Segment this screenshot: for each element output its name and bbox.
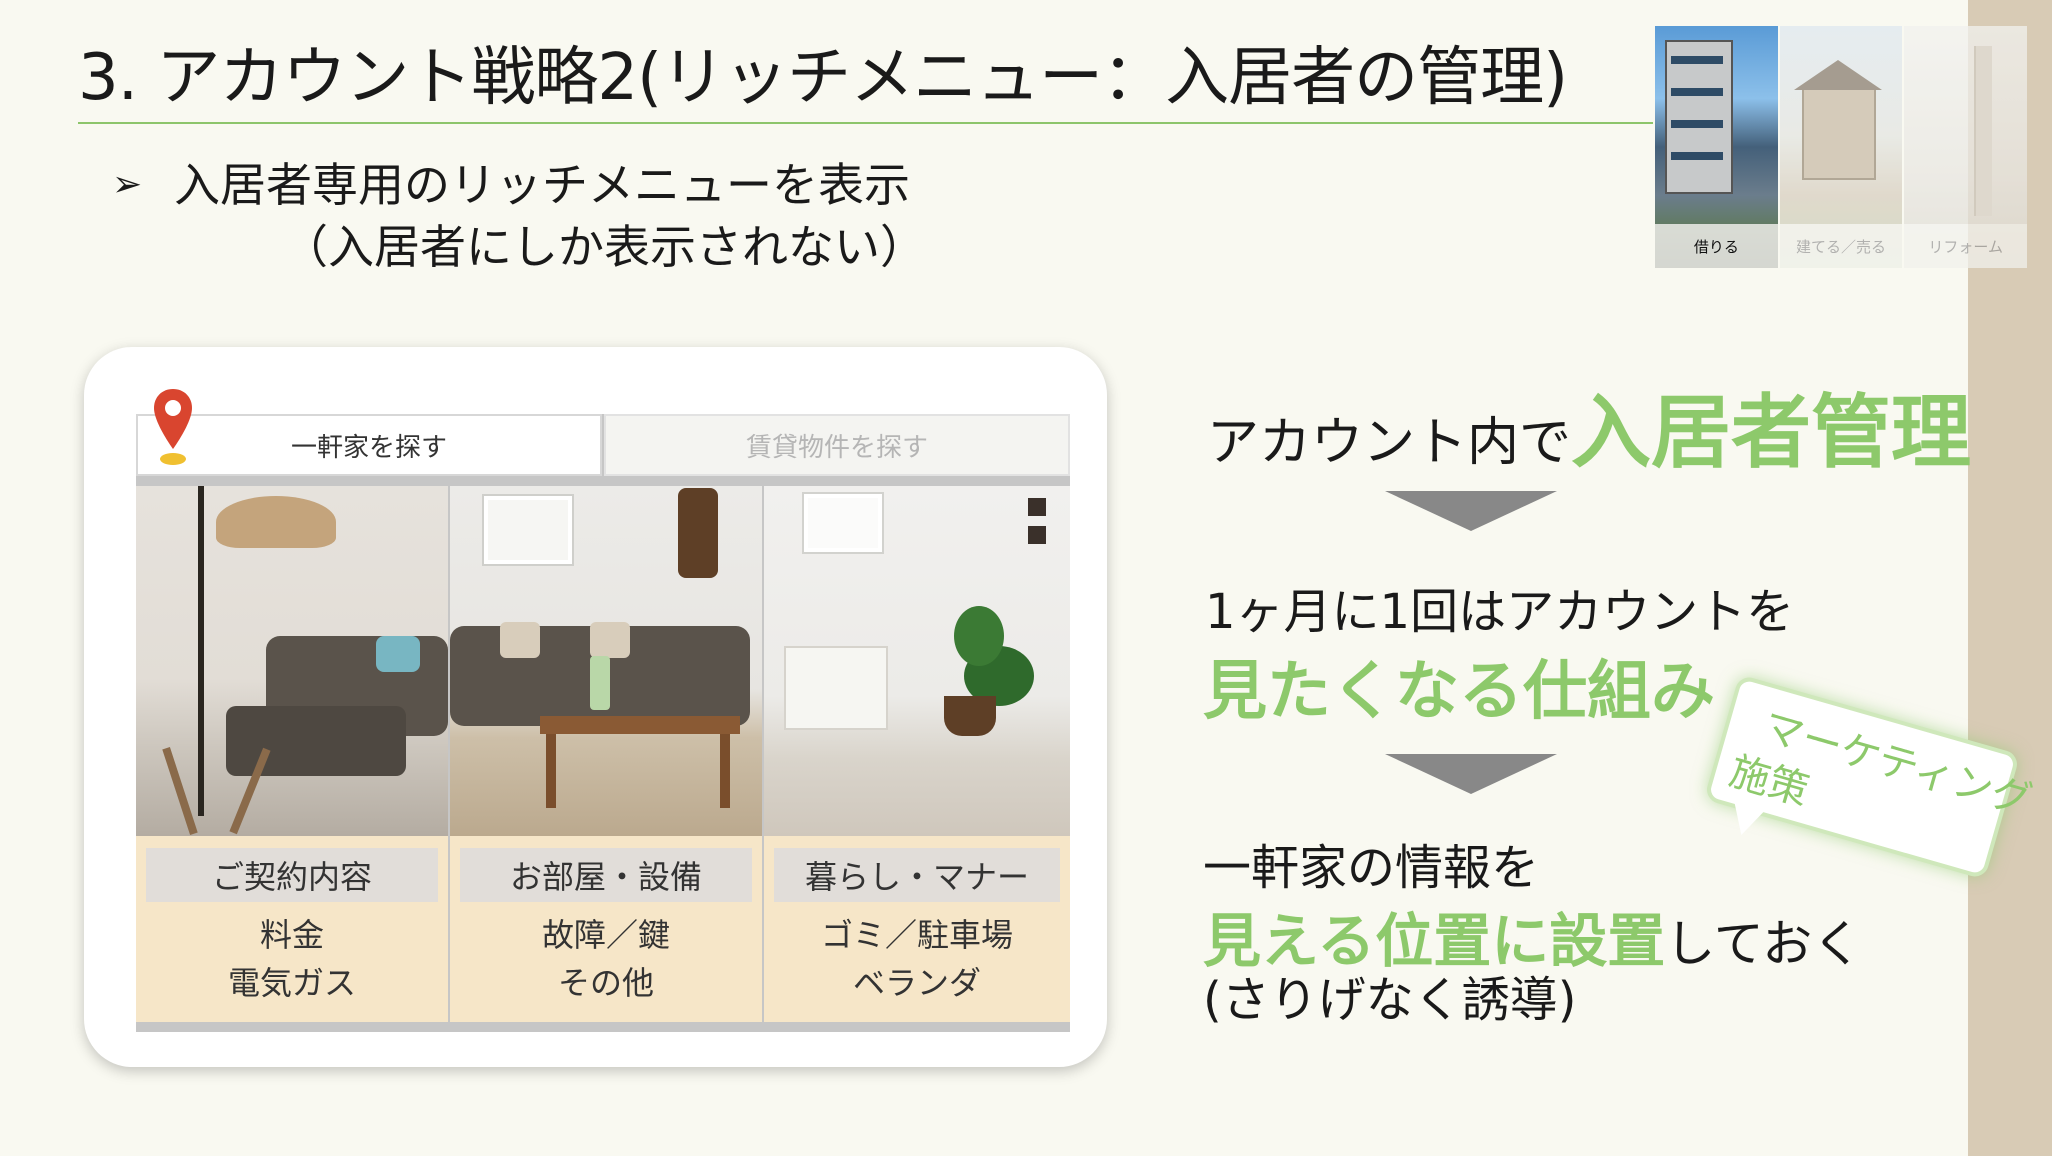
panel-text: お部屋・設備 故障／鍵 その他	[450, 836, 762, 1022]
panel-item: ベランダ	[852, 964, 981, 1002]
flow-step-2-emphasis: 見たくなる仕組み	[1203, 655, 1715, 729]
map-pin-icon	[154, 389, 192, 465]
flow-step-1-prefix: アカウント内で	[1207, 413, 1572, 473]
window-stripe	[1671, 120, 1723, 128]
down-arrow-icon	[1385, 754, 1557, 794]
down-arrow-icon	[1385, 491, 1557, 531]
tab-house-search[interactable]: 一軒家を探す	[136, 414, 602, 476]
house-image	[1801, 86, 1876, 180]
flow-step-3-line: 一軒家の情報を	[1203, 840, 1540, 896]
thumbnail-rent: 借りる	[1655, 26, 1778, 268]
slide-title: 3. アカウント戦略2(リッチメニュー：入居者の管理)	[78, 41, 1568, 115]
panel-title: 暮らし・マナー	[774, 848, 1060, 902]
flow-step-3-note: (さりげなく誘導)	[1203, 972, 1577, 1028]
panel-text: ご契約内容 料金 電気ガス	[136, 836, 448, 1022]
thumbnail-strip: 借りる 建てる／売る リフォーム	[1655, 26, 2028, 268]
window-stripe	[1671, 88, 1723, 96]
living-room-photo	[764, 486, 1070, 836]
thumbnail-reform: リフォーム	[1904, 26, 2028, 268]
menu-panel-contract[interactable]: ご契約内容 料金 電気ガス	[136, 486, 448, 1022]
panel-title: お部屋・設備	[460, 848, 752, 902]
arrow-bullet-icon: ➢	[112, 164, 143, 205]
panel-item: 電気ガス	[227, 964, 356, 1002]
living-room-photo	[450, 486, 762, 836]
title-underline	[78, 122, 1653, 124]
panel-text: 暮らし・マナー ゴミ／駐車場 ベランダ	[764, 836, 1070, 1022]
window-stripe	[1671, 56, 1723, 64]
tab-rental-search[interactable]: 賃貸物件を探す	[604, 414, 1070, 476]
thumbnail-label: 借りる	[1655, 224, 1778, 268]
thumbnail-build-sell: 建てる／売る	[1779, 26, 1903, 268]
thumbnail-label: 建てる／売る	[1779, 224, 1903, 268]
bullet-line-1: 入居者専用のリッチメニューを表示	[174, 158, 910, 212]
panel-item: 故障／鍵	[541, 916, 670, 954]
panel-item: その他	[557, 964, 654, 1002]
bullet-line-2: （入居者にしか表示されない）	[282, 220, 926, 274]
menu-panel-room-facilities[interactable]: お部屋・設備 故障／鍵 その他	[450, 486, 762, 1022]
flow-step-3-suffix: しておく	[1665, 915, 1863, 973]
panel-item: ゴミ／駐車場	[820, 916, 1013, 954]
panel-title: ご契約内容	[146, 848, 438, 902]
flow-step-1: アカウント内で入居者管理	[1207, 368, 1971, 484]
living-room-photo	[136, 486, 448, 836]
ladder-image	[1974, 46, 1993, 216]
panel-item: 料金	[259, 916, 324, 954]
flow-step-2-line: 1ヶ月に1回はアカウントを	[1205, 584, 1795, 640]
flow-step-1-emphasis: 入居者管理	[1571, 386, 1972, 479]
house-roof	[1793, 60, 1882, 90]
thumbnail-label: リフォーム	[1904, 224, 2028, 268]
window-stripe	[1671, 152, 1723, 160]
menu-panel-living-manners[interactable]: 暮らし・マナー ゴミ／駐車場 ベランダ	[764, 486, 1070, 1022]
